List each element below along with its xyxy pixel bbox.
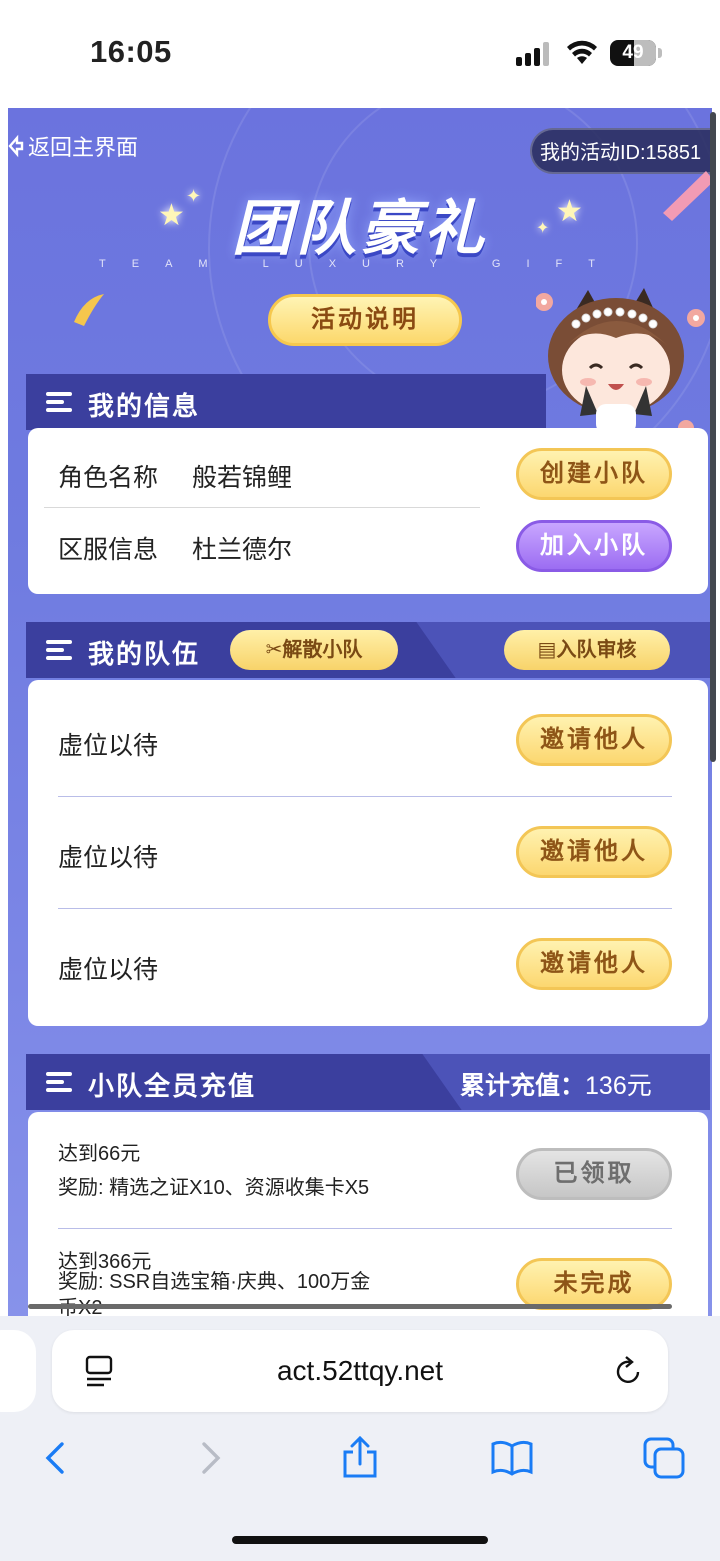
- tier-reward: 奖励: 精选之证X10、资源收集卡X5: [58, 1177, 370, 1199]
- my-info-card: 角色名称 般若锦鲤 区服信息 杜兰德尔 创建小队 加入小队: [28, 428, 708, 594]
- document-icon: ▤: [537, 639, 557, 661]
- back-label: 返回主界面: [28, 135, 139, 160]
- member-slot-text: 虚位以待: [58, 732, 159, 760]
- team-members-card: 虚位以待 邀请他人 虚位以待 邀请他人 虚位以待 邀请他人: [28, 680, 708, 1026]
- page-subtitle: TEAM LUXURY GIFT: [99, 258, 621, 270]
- divider: [58, 796, 672, 797]
- total-recharge: 累计充值：136元: [460, 1066, 652, 1102]
- url-text: act.52ttqy.net: [276, 1355, 444, 1386]
- team-recharge-title: 小队全员充值: [88, 1071, 257, 1101]
- disband-team-label: 解散小队: [282, 639, 363, 661]
- divider: [44, 507, 480, 508]
- member-slot-text: 虚位以待: [58, 956, 159, 984]
- ribbon-decoration-small: [74, 294, 104, 326]
- menu-lines-icon: [46, 640, 72, 660]
- create-team-button[interactable]: 创建小队: [516, 448, 672, 500]
- my-team-header: 我的队伍 ✂解散小队 ▤入队审核: [26, 622, 710, 678]
- bookmarks-icon[interactable]: [490, 1436, 534, 1480]
- incomplete-button[interactable]: 未完成: [516, 1258, 672, 1310]
- tier-reward: 奖励: SSR自选宝箱·庆典、100万金: [58, 1271, 371, 1293]
- mascot-character-image: [536, 288, 705, 436]
- total-recharge-label: 累计充值：: [460, 1072, 586, 1100]
- page-title: 团队豪礼: [232, 195, 488, 262]
- team-recharge-header: 小队全员充值 累计充值：136元: [26, 1054, 710, 1110]
- activity-rules-button[interactable]: 活动说明: [268, 294, 462, 346]
- share-icon[interactable]: [338, 1436, 382, 1480]
- role-name-value: 般若锦鲤: [192, 464, 293, 492]
- back-arrow-icon: [8, 134, 24, 158]
- join-team-button[interactable]: 加入小队: [516, 520, 672, 572]
- join-review-button[interactable]: ▤入队审核: [504, 630, 670, 670]
- join-review-label: 入队审核: [556, 639, 637, 661]
- back-icon[interactable]: [36, 1436, 80, 1480]
- status-bar: 16:05 49: [0, 0, 720, 108]
- tabs-icon[interactable]: [642, 1436, 686, 1480]
- home-indicator[interactable]: [232, 1536, 488, 1544]
- back-to-main-link[interactable]: 返回主界面: [8, 130, 138, 162]
- divider: [58, 908, 672, 909]
- total-recharge-value: 136元: [585, 1072, 652, 1100]
- role-name-label: 角色名称: [58, 464, 159, 492]
- activity-page: 返回主界面 我的活动ID:15851 ★ ✦ ★ ✦ 团队豪礼 TEAM LUX…: [8, 108, 712, 1316]
- reload-icon[interactable]: [612, 1354, 644, 1388]
- vertical-scrollbar[interactable]: [710, 112, 716, 762]
- invite-button[interactable]: 邀请他人: [516, 714, 672, 766]
- my-info-title: 我的信息: [88, 391, 201, 421]
- divider: [58, 1228, 672, 1229]
- claimed-button[interactable]: 已领取: [516, 1148, 672, 1200]
- cellular-signal-icon: [516, 42, 552, 66]
- wifi-icon: [567, 40, 597, 64]
- disband-icon: ✂: [265, 639, 283, 661]
- previous-tab-preview[interactable]: [0, 1330, 36, 1412]
- browser-toolbar: act.52ttqy.net: [0, 1316, 720, 1561]
- menu-lines-icon: [46, 392, 72, 412]
- server-info-label: 区服信息: [58, 536, 159, 564]
- invite-button[interactable]: 邀请他人: [516, 938, 672, 990]
- battery-icon: 49: [610, 40, 656, 66]
- invite-button[interactable]: 邀请他人: [516, 826, 672, 878]
- disband-team-button[interactable]: ✂解散小队: [230, 630, 398, 670]
- horizontal-scrollbar[interactable]: [28, 1304, 672, 1309]
- my-team-title: 我的队伍: [88, 639, 201, 669]
- member-slot-text: 虚位以待: [58, 844, 159, 872]
- menu-lines-icon: [46, 1072, 72, 1092]
- recharge-tiers-card: 达到66元 奖励: 精选之证X10、资源收集卡X5 已领取 达到366元 奖励:…: [28, 1112, 708, 1316]
- address-bar[interactable]: act.52ttqy.net: [52, 1330, 668, 1412]
- server-info-value: 杜兰德尔: [192, 536, 293, 564]
- battery-level: 49: [622, 42, 644, 63]
- forward-icon[interactable]: [186, 1436, 230, 1480]
- status-time: 16:05: [90, 34, 172, 69]
- tier-target: 达到66元: [58, 1143, 141, 1165]
- my-info-header: 我的信息: [26, 374, 546, 430]
